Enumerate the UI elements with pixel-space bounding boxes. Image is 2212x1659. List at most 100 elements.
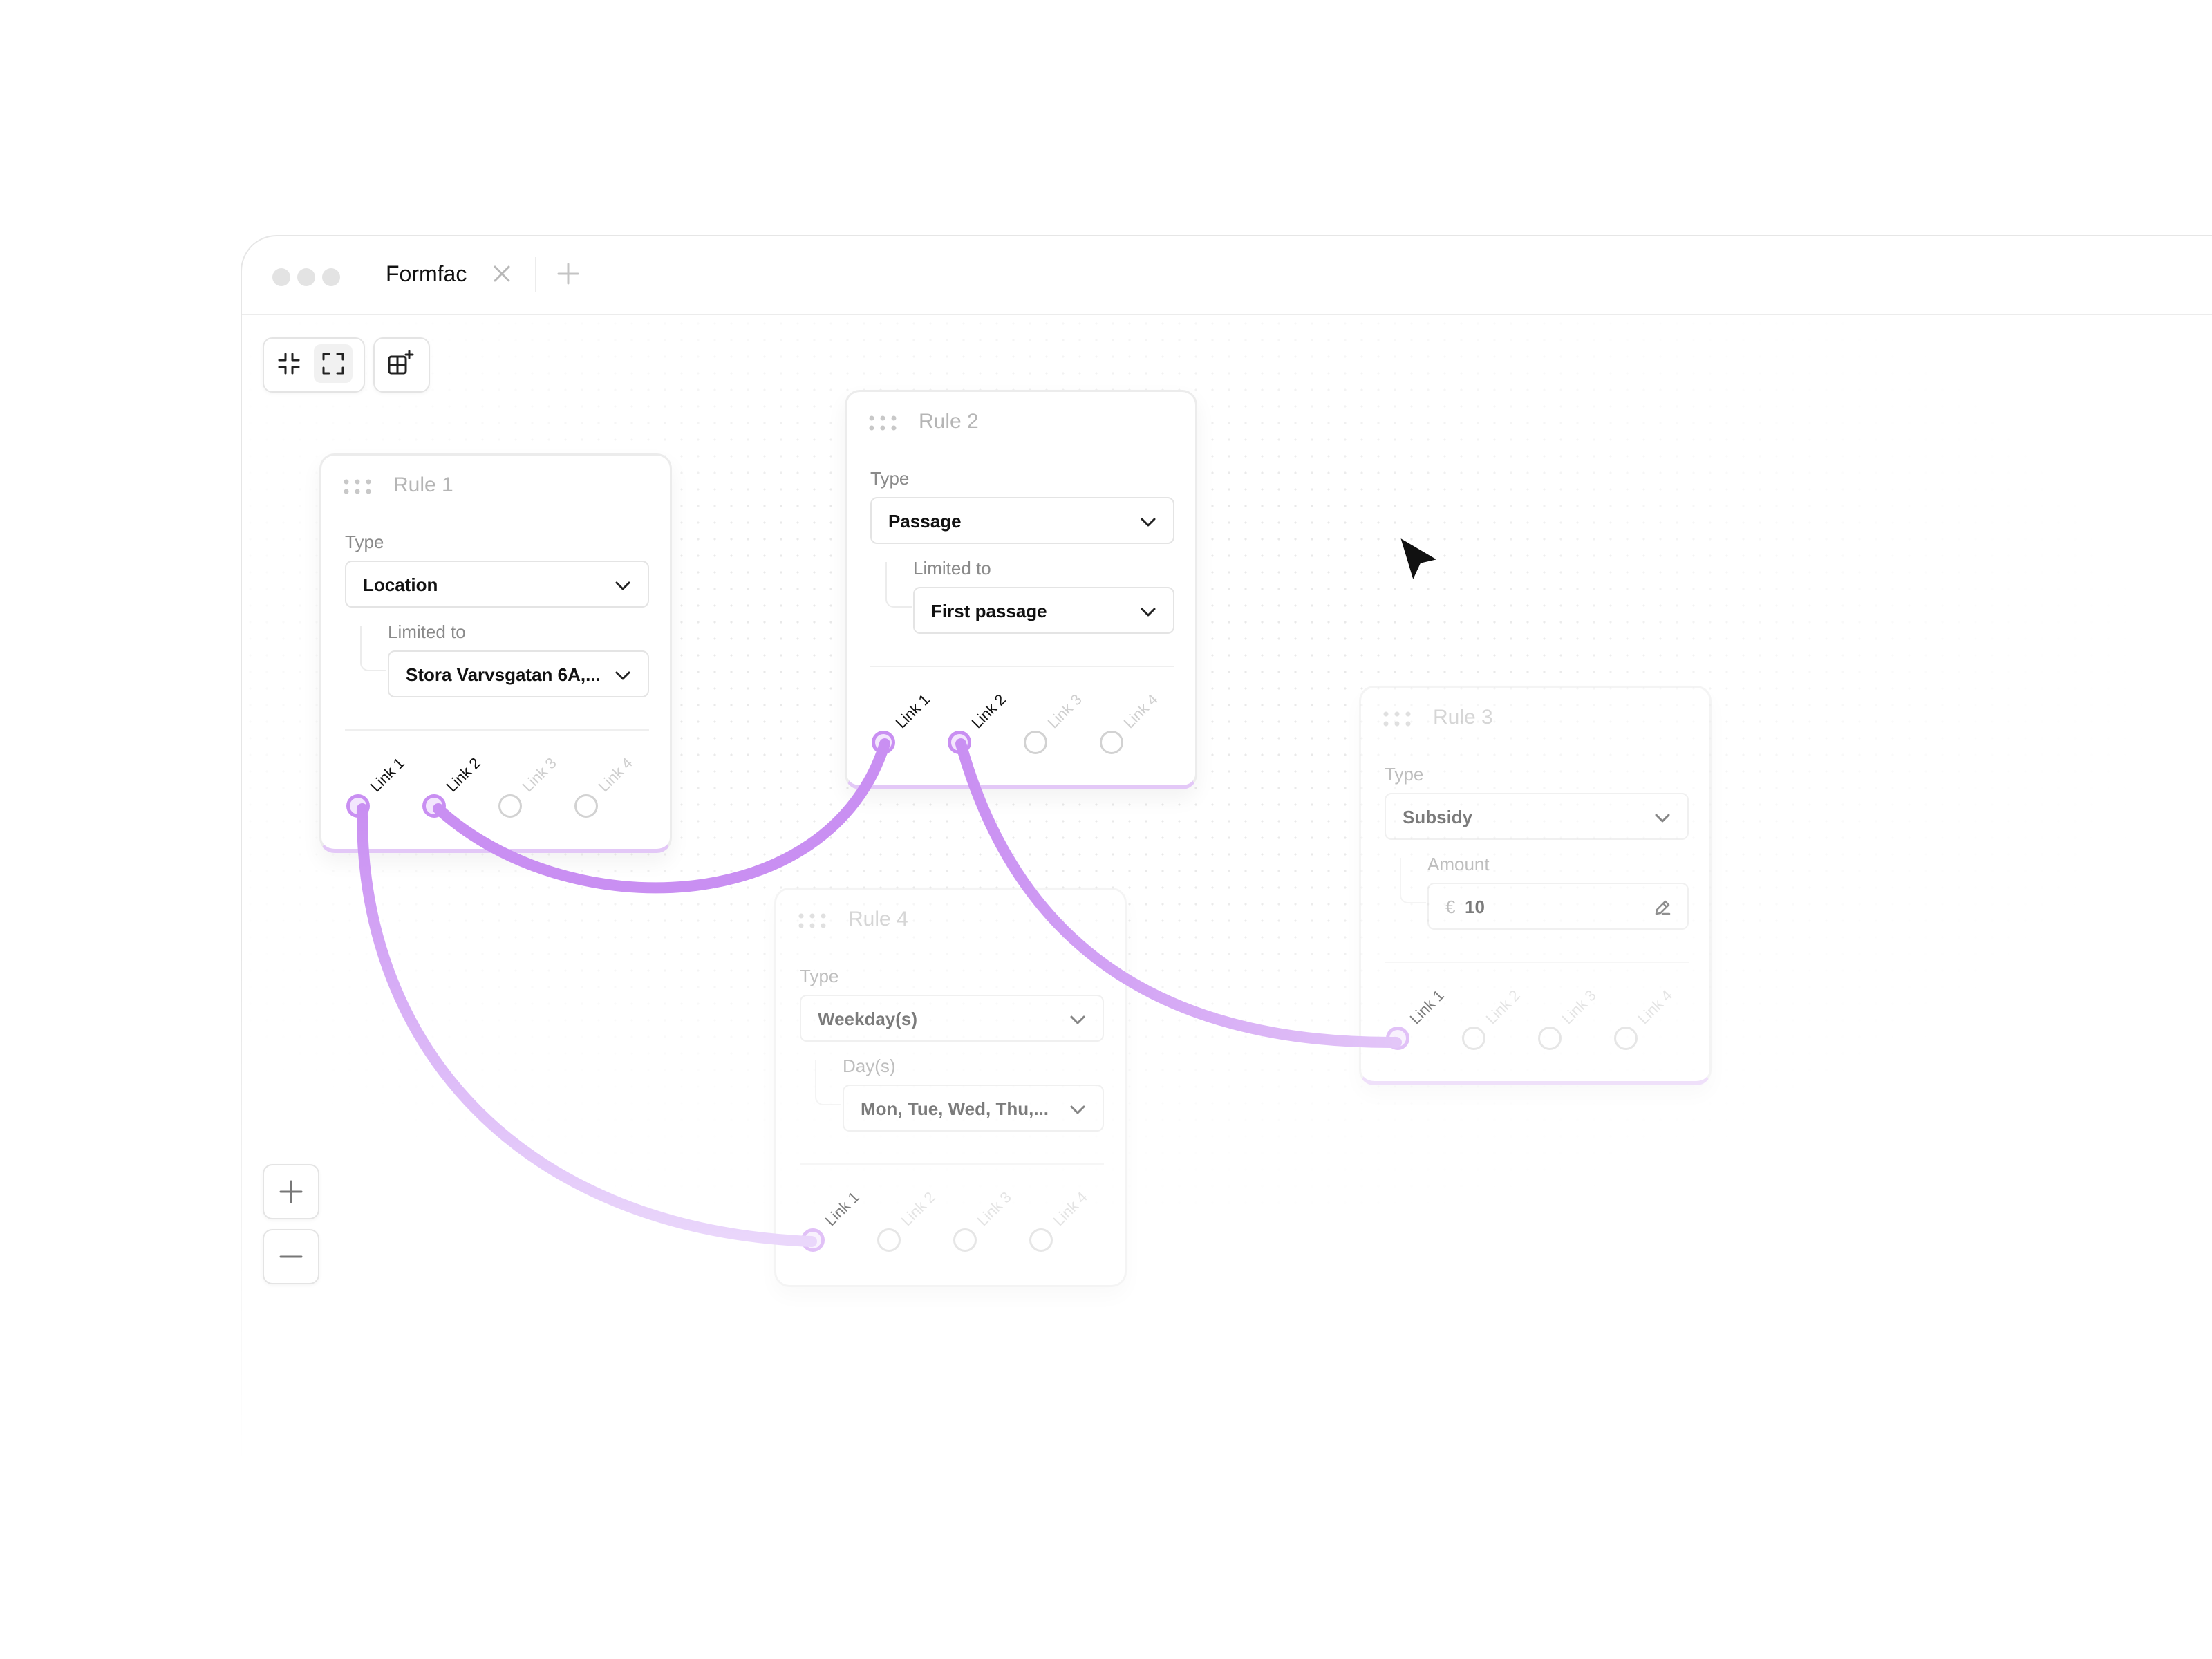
port-link-2[interactable] [1462,1027,1485,1050]
window-minimize-dot[interactable] [297,268,315,286]
type-label: Type [345,532,384,552]
limited-to-select[interactable]: Stora Varvsgatan 6A,... [388,650,649,697]
tree-connector [815,1060,841,1105]
tree-connector [1400,858,1426,903]
port-label: Link 2 [968,691,1009,732]
port-label: Link 4 [1120,691,1161,732]
port-link-1[interactable] [872,731,895,754]
zoom-out-button[interactable] [263,1229,319,1284]
drag-handle-icon[interactable] [342,478,373,496]
add-node-button[interactable] [381,344,420,383]
expand-button[interactable] [314,344,353,383]
node-rule-3[interactable]: Rule 3 Type Subsidy Amount € 10 Link 1 L… [1359,686,1712,1085]
limited-to-select[interactable]: First passage [913,587,1174,634]
node-title: Rule 3 [1433,706,1493,729]
type-select[interactable]: Location [345,561,649,608]
port-label: Link 3 [973,1188,1015,1230]
edit-pencil-icon[interactable] [1653,898,1672,917]
collapse-button[interactable] [270,344,308,383]
zoom-in-button[interactable] [263,1164,319,1219]
node-title: Rule 2 [919,410,979,433]
node-divider [800,1163,1104,1165]
port-link-2[interactable] [948,731,971,754]
port-label: Link 1 [821,1188,863,1230]
node-title: Rule 1 [393,474,453,496]
chevron-down-icon [1070,1105,1085,1114]
node-divider [345,729,649,731]
port-link-3[interactable] [498,794,522,818]
port-link-4[interactable] [1029,1228,1053,1252]
port-label: Link 1 [892,691,933,732]
view-toolbar [263,337,365,393]
days-value: Mon, Tue, Wed, Thu,... [861,1098,1049,1119]
tab-title[interactable]: Formfac [386,261,467,287]
port-link-3[interactable] [1024,731,1047,754]
tab-separator [535,257,536,292]
chevron-down-icon [1141,608,1156,617]
port-label: Link 1 [366,754,408,796]
drag-handle-icon[interactable] [797,912,827,930]
port-label: Link 4 [594,754,636,796]
port-link-4[interactable] [574,794,598,818]
port-label: Link 4 [1634,986,1676,1028]
port-link-4[interactable] [1614,1027,1638,1050]
node-divider [870,666,1174,667]
new-tab-icon[interactable] [554,260,582,288]
port-link-2[interactable] [422,794,446,818]
chevron-down-icon [615,671,630,680]
port-link-2[interactable] [877,1228,901,1252]
amount-label: Amount [1427,854,1490,874]
port-label: Link 3 [518,754,560,796]
amount-value: 10 [1465,897,1485,917]
currency-symbol: € [1445,897,1456,917]
drag-handle-icon[interactable] [868,414,898,432]
title-bar: Formfac [242,236,2212,315]
port-link-1[interactable] [346,794,370,818]
plus-icon [279,1180,303,1203]
chevron-down-icon [1141,518,1156,527]
node-rule-1[interactable]: Rule 1 Type Location Limited to Stora Va… [319,453,672,853]
port-link-1[interactable] [1386,1027,1409,1050]
expand-icon [322,353,344,375]
chevron-down-icon [1070,1015,1085,1024]
amount-input[interactable]: € 10 [1427,883,1689,930]
chevron-down-icon [615,581,630,590]
add-node-icon [388,350,414,375]
port-link-4[interactable] [1100,731,1123,754]
type-select-value: Location [363,574,438,595]
port-link-1[interactable] [801,1228,825,1252]
node-divider [1385,962,1689,963]
drag-handle-icon[interactable] [1382,710,1412,728]
port-link-3[interactable] [1538,1027,1562,1050]
days-select[interactable]: Mon, Tue, Wed, Thu,... [843,1085,1104,1132]
port-label: Link 2 [897,1188,939,1230]
type-label: Type [800,966,839,986]
tree-connector [360,626,386,671]
limited-to-label: Limited to [913,558,991,579]
limited-to-value: First passage [931,601,1047,621]
node-title: Rule 4 [848,908,908,930]
minus-icon [279,1255,303,1258]
type-select-value: Passage [888,511,962,532]
type-select[interactable]: Subsidy [1385,793,1689,840]
chevron-down-icon [1655,814,1670,823]
limited-to-value: Stora Varvsgatan 6A,... [406,664,601,685]
window-close-dot[interactable] [272,268,290,286]
limited-to-label: Limited to [388,621,466,642]
port-label: Link 3 [1558,986,1600,1028]
node-rule-2[interactable]: Rule 2 Type Passage Limited to First pas… [845,390,1197,789]
type-label: Type [870,468,910,489]
window-zoom-dot[interactable] [322,268,340,286]
node-rule-4[interactable]: Rule 4 Type Weekday(s) Day(s) Mon, Tue, … [774,888,1127,1287]
tab-close-icon[interactable] [489,261,514,286]
port-label: Link 3 [1044,691,1085,732]
port-label: Link 2 [1482,986,1524,1028]
port-label: Link 2 [442,754,484,796]
port-label: Link 4 [1049,1188,1091,1230]
port-link-3[interactable] [953,1228,977,1252]
type-select[interactable]: Weekday(s) [800,995,1104,1042]
type-select-value: Subsidy [1403,807,1473,827]
tree-connector [885,562,912,608]
type-select[interactable]: Passage [870,497,1174,544]
collapse-icon [278,353,300,375]
